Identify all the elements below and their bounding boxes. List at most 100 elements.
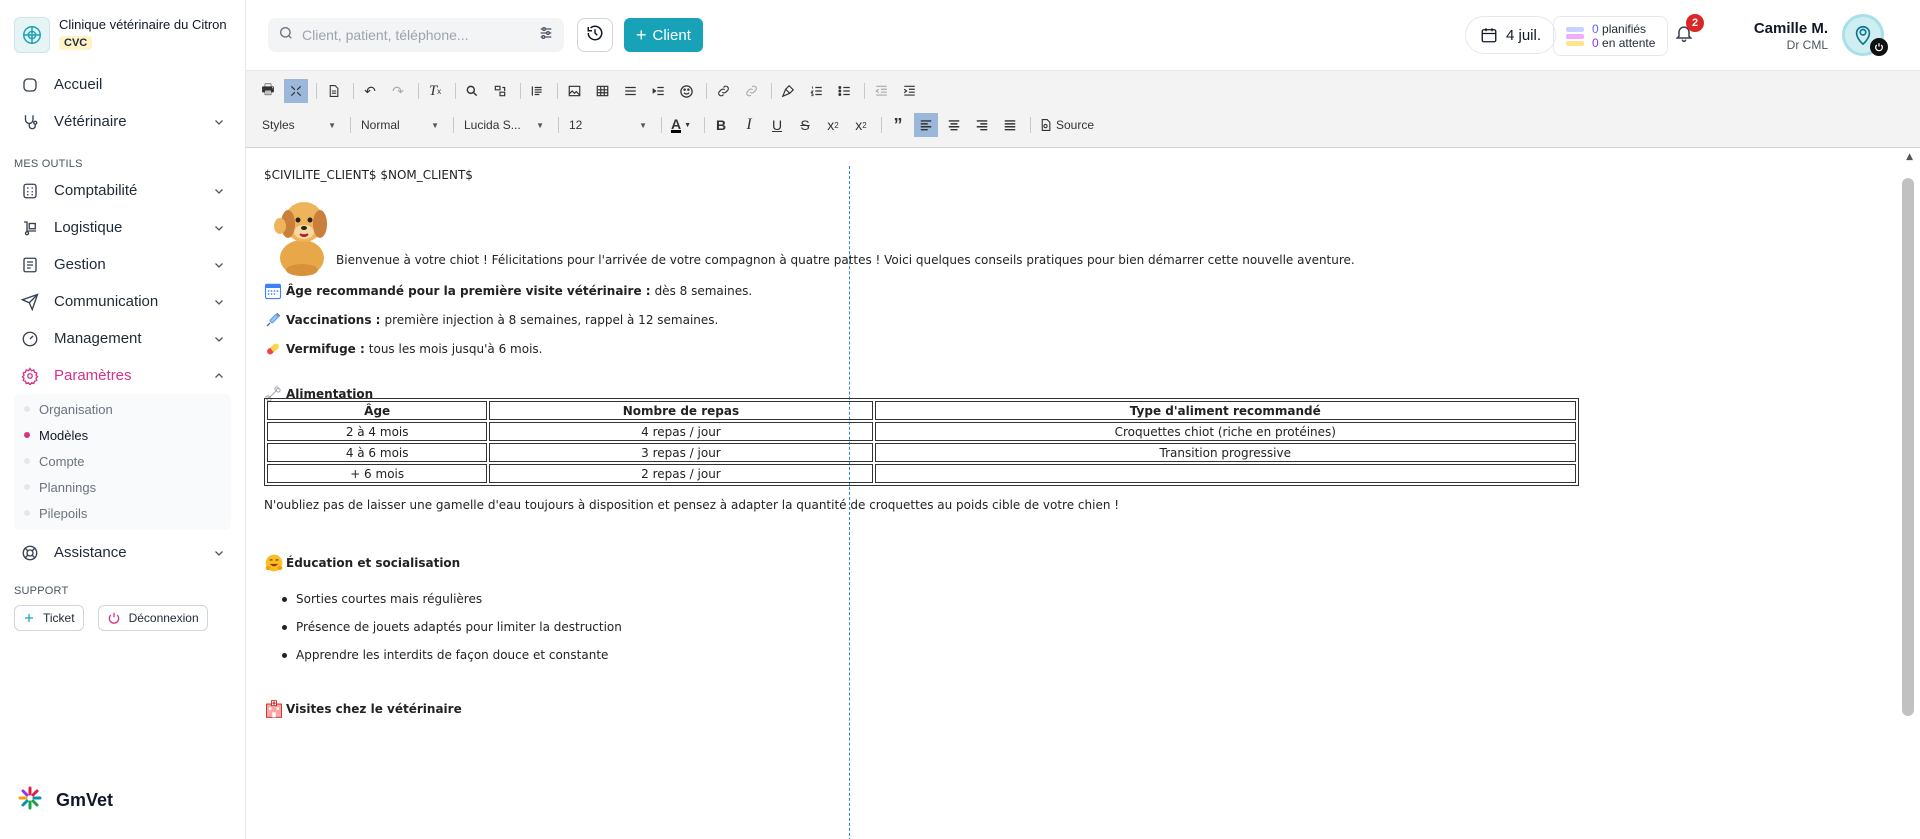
table-cell[interactable]: 2 à 4 mois bbox=[267, 422, 488, 441]
align-right-icon[interactable] bbox=[970, 113, 994, 137]
chevron-down-icon bbox=[213, 184, 225, 201]
horizontal-rule-icon[interactable] bbox=[618, 79, 642, 103]
chevron-down-icon bbox=[213, 115, 225, 132]
editor-document[interactable]: $CIVILITE_CLIENT$ $NOM_CLIENT$ Bienvenue… bbox=[246, 148, 1920, 839]
align-center-icon[interactable] bbox=[942, 113, 966, 137]
find-icon[interactable] bbox=[460, 79, 484, 103]
gear-icon bbox=[20, 366, 40, 386]
nav-label: Communication bbox=[54, 293, 159, 310]
nav-veterinaire[interactable]: Vétérinaire bbox=[0, 103, 245, 140]
add-client-label: Client bbox=[652, 26, 691, 44]
emoji-icon[interactable] bbox=[674, 79, 698, 103]
dropdown-arrow-icon: ▼ bbox=[639, 120, 647, 130]
date-chip[interactable]: 4 juil. bbox=[1465, 16, 1557, 54]
bold-icon[interactable]: B bbox=[709, 113, 733, 137]
chevron-up-icon bbox=[213, 369, 225, 386]
scroll-thumb[interactable] bbox=[1902, 178, 1914, 716]
redo-icon[interactable]: ↷ bbox=[386, 79, 410, 103]
filter-icon[interactable] bbox=[538, 25, 554, 46]
info-value: première injection à 8 semaines, rappel … bbox=[384, 313, 719, 327]
dot-icon bbox=[24, 510, 30, 516]
nav-gestion[interactable]: Gestion bbox=[0, 246, 245, 283]
nav-label: Management bbox=[54, 330, 142, 347]
history-button[interactable] bbox=[577, 18, 613, 52]
brand-name: GmVet bbox=[56, 790, 114, 810]
blockquote-icon[interactable]: ” bbox=[886, 113, 910, 137]
text-color-icon[interactable]: A ▼ bbox=[666, 113, 696, 137]
list-item: Apprendre les interdits de façon douce e… bbox=[282, 641, 622, 669]
print-icon[interactable]: 🖶 bbox=[256, 79, 280, 103]
nav-management[interactable]: Management bbox=[0, 320, 245, 357]
sub-compte[interactable]: Compte bbox=[14, 448, 231, 474]
logout-button[interactable]: Déconnexion bbox=[97, 605, 208, 631]
align-left-icon[interactable] bbox=[914, 113, 938, 137]
styles-dropdown[interactable]: Styles ▼ bbox=[256, 114, 342, 136]
undo-icon[interactable]: ↶ bbox=[358, 79, 382, 103]
outdent-icon[interactable] bbox=[869, 79, 893, 103]
add-client-button[interactable]: + Client bbox=[624, 18, 703, 52]
bulleted-list-icon[interactable] bbox=[832, 79, 856, 103]
gauge-icon bbox=[20, 329, 40, 349]
nav-assistance[interactable]: Assistance bbox=[0, 534, 245, 571]
feeding-table[interactable]: Âge Nombre de repas Type d'aliment recom… bbox=[264, 398, 1579, 486]
table-header: Âge bbox=[267, 401, 488, 420]
table-cell[interactable]: 2 repas / jour bbox=[489, 464, 873, 483]
indent-icon[interactable] bbox=[897, 79, 921, 103]
clear-format-icon[interactable]: Tx bbox=[423, 79, 447, 103]
scroll-up-icon[interactable]: ▲ bbox=[1906, 152, 1913, 162]
table-cell[interactable]: + 6 mois bbox=[267, 464, 488, 483]
planned-label: planifiés bbox=[1602, 22, 1647, 36]
format-dropdown[interactable]: Normal ▼ bbox=[355, 114, 445, 136]
unlink-icon[interactable] bbox=[739, 79, 763, 103]
nav-accueil[interactable]: Accueil bbox=[0, 66, 245, 103]
superscript-icon[interactable]: x2 bbox=[849, 113, 873, 137]
scrollbar[interactable]: ▲ bbox=[1902, 152, 1914, 716]
power-icon[interactable] bbox=[1870, 38, 1888, 56]
sidebar: Clinique vétérinaire du Citron CVC Accue… bbox=[0, 0, 246, 839]
clinic-header[interactable]: Clinique vétérinaire du Citron CVC bbox=[0, 0, 245, 64]
section-support: SUPPORT bbox=[14, 585, 69, 597]
table-cell[interactable]: 4 repas / jour bbox=[489, 422, 873, 441]
planning-status-chip[interactable]: 0 planifiés 0 en attente bbox=[1553, 16, 1669, 56]
sub-plannings[interactable]: Plannings bbox=[14, 474, 231, 500]
table-cell[interactable]: 4 à 6 mois bbox=[267, 443, 488, 462]
stethoscope-icon bbox=[20, 112, 40, 132]
nav-comptabilite[interactable]: Comptabilité bbox=[0, 172, 245, 209]
ticket-button[interactable]: Ticket bbox=[14, 605, 84, 631]
sub-modeles[interactable]: Modèles bbox=[14, 422, 231, 448]
font-dropdown[interactable]: Lucida S... ▼ bbox=[458, 114, 550, 136]
template-icon[interactable] bbox=[321, 79, 345, 103]
link-icon[interactable] bbox=[711, 79, 735, 103]
copy-format-icon[interactable] bbox=[776, 79, 800, 103]
strikethrough-icon[interactable]: S bbox=[793, 113, 817, 137]
image-icon[interactable] bbox=[562, 79, 586, 103]
show-blocks-icon[interactable] bbox=[525, 79, 549, 103]
sub-pilepoils[interactable]: Pilepoils bbox=[14, 500, 231, 526]
chevron-down-icon bbox=[213, 221, 225, 238]
page-break-icon[interactable] bbox=[646, 79, 670, 103]
info-line-vermifuge: Vermifuge : tous les mois jusqu'à 6 mois. bbox=[264, 340, 542, 358]
format-value: Normal bbox=[361, 118, 400, 132]
table-cell[interactable] bbox=[874, 464, 1576, 483]
underline-icon[interactable]: U bbox=[765, 113, 789, 137]
table-icon[interactable] bbox=[590, 79, 614, 103]
user-info[interactable]: Camille M. Dr CML bbox=[1754, 20, 1828, 52]
table-cell[interactable]: Transition progressive bbox=[874, 443, 1576, 462]
justify-icon[interactable] bbox=[998, 113, 1022, 137]
size-dropdown[interactable]: 12 ▼ bbox=[563, 114, 653, 136]
subscript-icon[interactable]: x2 bbox=[821, 113, 845, 137]
document-icon bbox=[20, 255, 40, 275]
nav-communication[interactable]: Communication bbox=[0, 283, 245, 320]
numbered-list-icon[interactable] bbox=[804, 79, 828, 103]
table-cell[interactable]: Croquettes chiot (riche en protéines) bbox=[874, 422, 1576, 441]
search-input[interactable] bbox=[302, 27, 538, 43]
italic-icon[interactable]: I bbox=[737, 113, 761, 137]
table-cell[interactable]: 3 repas / jour bbox=[489, 443, 873, 462]
replace-icon[interactable] bbox=[488, 79, 512, 103]
puppy-image[interactable] bbox=[268, 192, 332, 281]
nav-parametres[interactable]: Paramètres bbox=[0, 357, 245, 394]
nav-logistique[interactable]: Logistique bbox=[0, 209, 245, 246]
maximize-icon[interactable] bbox=[284, 79, 308, 103]
sub-organisation[interactable]: Organisation bbox=[14, 396, 231, 422]
source-button[interactable]: Source bbox=[1039, 118, 1094, 132]
